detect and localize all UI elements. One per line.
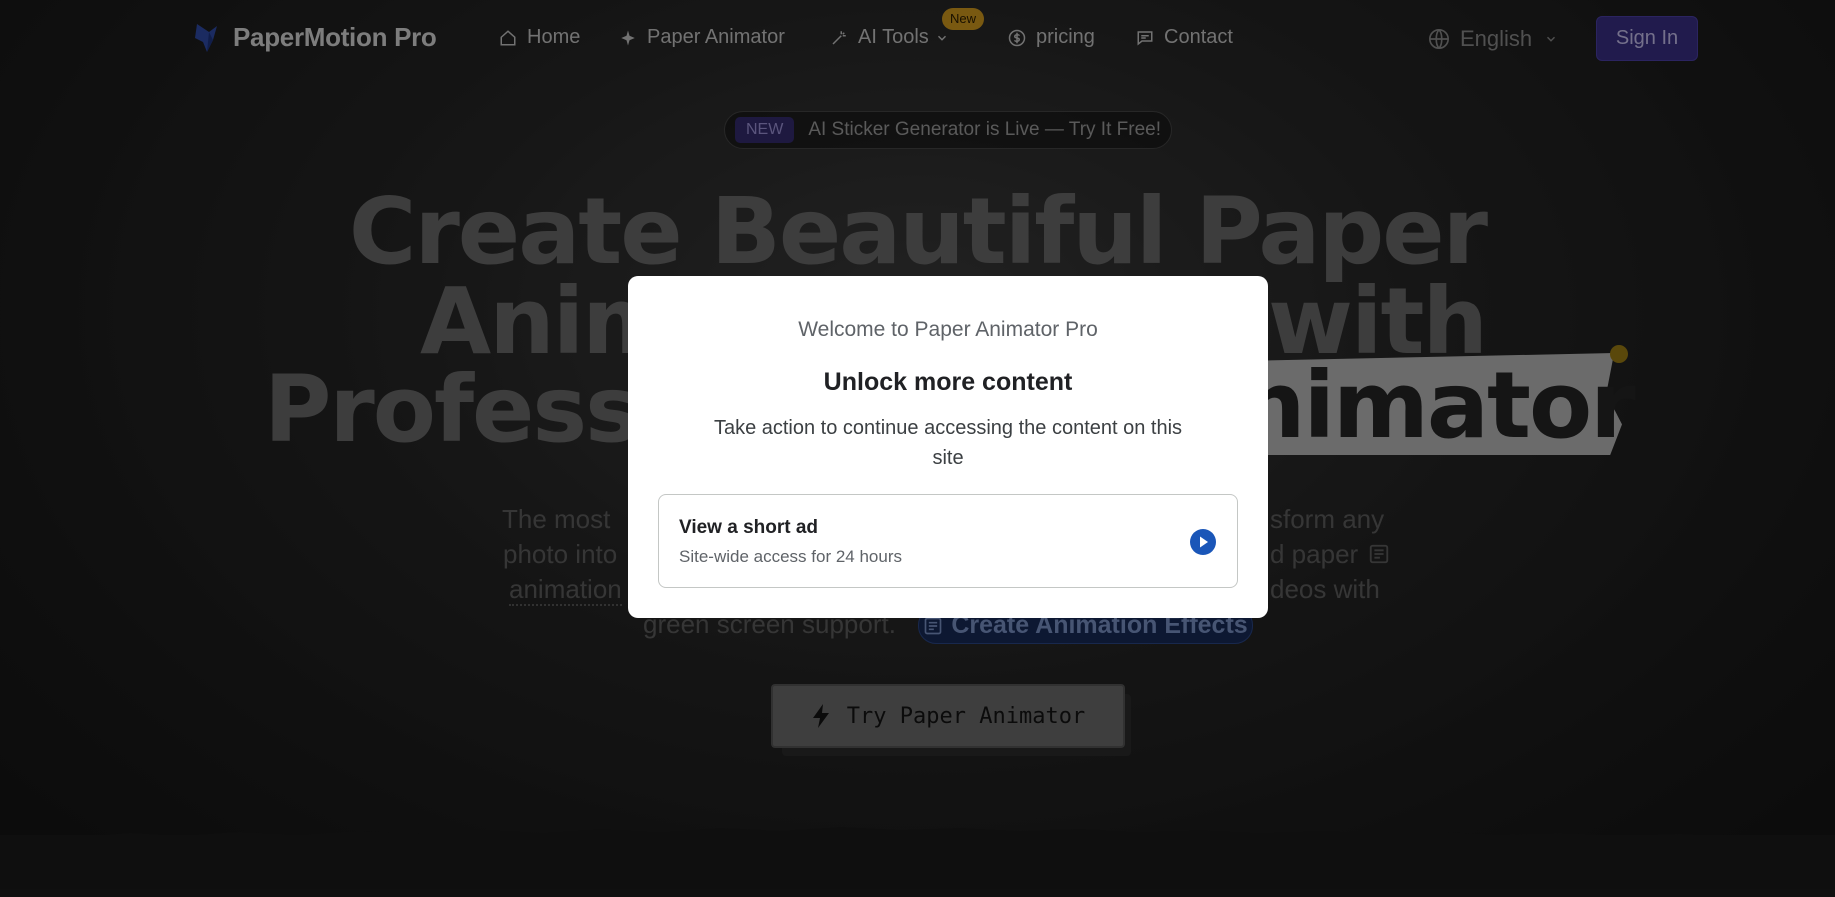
dialog-body: Take action to continue accessing the co… — [713, 417, 1183, 469]
view-ad-title: View a short ad — [679, 517, 819, 538]
view-ad-option[interactable]: View a short ad Site-wide access for 24 … — [658, 494, 1238, 588]
unlock-content-dialog: Welcome to Paper Animator Pro Unlock mor… — [628, 276, 1268, 618]
view-ad-subtitle: Site-wide access for 24 hours — [679, 547, 902, 566]
dialog-welcome-text: Welcome to Paper Animator Pro — [798, 318, 1098, 341]
play-icon — [1190, 529, 1216, 555]
dialog-title: Unlock more content — [823, 368, 1073, 396]
